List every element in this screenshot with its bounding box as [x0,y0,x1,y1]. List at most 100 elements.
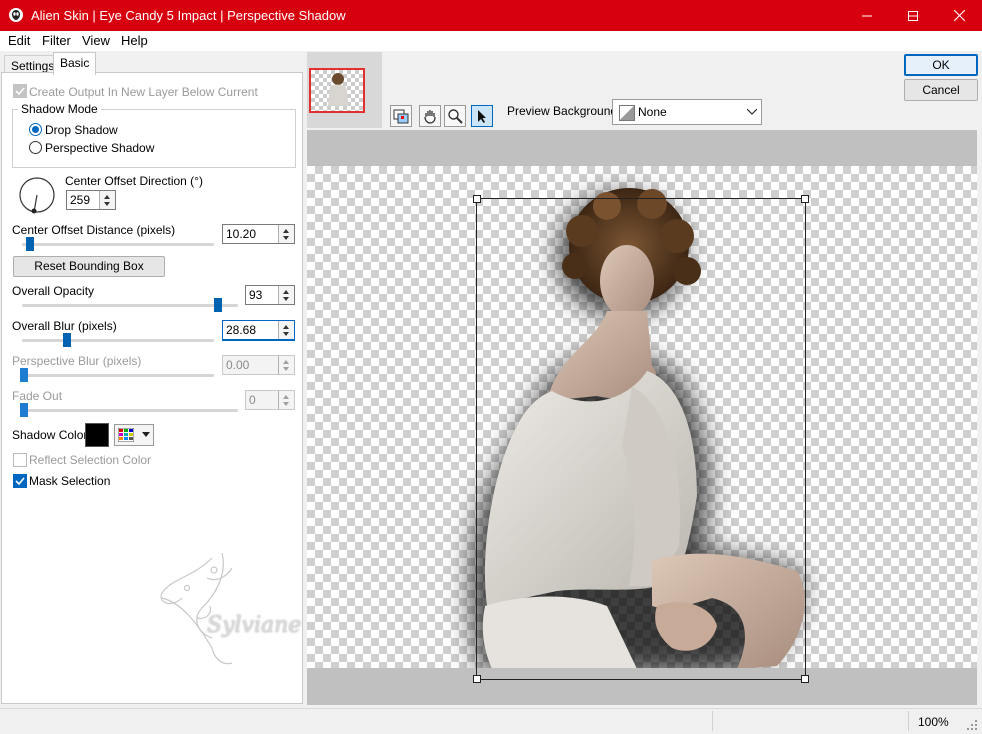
overall-opacity-slider-thumb[interactable] [214,298,222,312]
center-offset-direction-label: Center Offset Direction (°) [65,174,203,188]
selection-tool[interactable] [471,105,493,127]
overall-blur-stepper[interactable]: 28.68 [222,320,295,341]
spin-arrows-icon[interactable] [278,286,294,304]
close-button[interactable] [936,0,982,31]
bounding-box-handle-tl[interactable] [473,195,481,203]
minimize-icon [862,15,872,16]
window-title: Alien Skin | Eye Candy 5 Impact | Perspe… [31,8,346,23]
zoom-level: 100% [918,715,949,729]
arrow-pointer-icon [478,110,486,123]
overall-opacity-stepper[interactable]: 93 [245,285,295,305]
overall-blur-slider-thumb[interactable] [63,333,71,347]
cancel-button[interactable]: Cancel [904,79,978,101]
center-offset-distance-label: Center Offset Distance (pixels) [12,223,176,237]
navigator-tool[interactable] [390,105,412,127]
menu-help[interactable]: Help [121,33,148,48]
status-divider [712,711,713,731]
fade-out-label: Fade Out [12,389,63,403]
thumbnail-figure-icon [328,73,349,106]
perspective-shadow-label: Perspective Shadow [45,141,155,155]
dial-icon [19,177,55,214]
watermark-text: Sylviane [207,613,302,638]
minimize-button-2[interactable] [844,0,890,31]
spin-arrows-icon[interactable] [278,225,294,243]
status-divider [908,711,909,731]
overall-opacity-label: Overall Opacity [12,284,95,298]
perspective-blur-slider-thumb[interactable] [20,368,28,382]
maximize-icon [908,10,918,21]
checkmark-icon [15,87,25,96]
fade-out-slider-thumb[interactable] [20,403,28,417]
direction-dial[interactable] [18,176,56,214]
background-swatch-icon [619,105,635,121]
drop-shadow-label: Drop Shadow [45,123,118,137]
navigator-icon [393,109,409,124]
spin-arrows-icon[interactable] [99,191,115,209]
overall-opacity-track[interactable] [22,304,238,307]
resize-grip-icon[interactable] [966,719,978,731]
hand-tool[interactable] [419,105,441,127]
perspective-blur-label: Perspective Blur (pixels) [12,354,142,368]
shadow-color-label: Shadow Color [12,428,88,442]
chevron-down-icon [142,432,150,437]
overall-opacity-value: 93 [249,288,263,302]
bounding-box-handle-tr[interactable] [801,195,809,203]
color-palette-icon [118,428,134,442]
title-bar: Alien Skin | Eye Candy 5 Impact | Perspe… [0,0,982,31]
bounding-box[interactable] [476,198,806,680]
spin-arrows-icon[interactable] [278,321,294,339]
create-output-label: Create Output In New Layer Below Current [29,85,258,99]
checkmark-icon [15,477,25,486]
fade-out-stepper[interactable]: 0 [245,390,295,410]
navigator-thumbnail[interactable] [309,68,365,113]
reset-bounding-box-button[interactable]: Reset Bounding Box [13,256,165,277]
color-picker-dropdown[interactable] [114,424,154,446]
chevron-down-icon [747,109,757,115]
create-output-checkbox[interactable] [13,84,27,98]
close-icon [953,10,965,21]
restore-button[interactable] [890,0,936,31]
basic-settings-panel: Create Output In New Layer Below Current… [1,72,303,704]
perspective-blur-track[interactable] [22,374,214,377]
overall-blur-value: 28.68 [226,323,257,337]
fade-out-track[interactable] [22,409,238,412]
spin-arrows-icon[interactable] [278,356,294,374]
center-offset-distance-stepper[interactable]: 10.20 [222,224,295,244]
mask-selection-checkbox[interactable] [13,474,27,488]
overall-blur-label: Overall Blur (pixels) [12,319,117,333]
preview-background-select[interactable]: None [612,99,762,125]
bounding-box-handle-br[interactable] [801,675,809,683]
bounding-box-handle-bl[interactable] [473,675,481,683]
mask-selection-label: Mask Selection [29,474,111,488]
center-offset-distance-slider-thumb[interactable] [26,237,34,251]
tab-basic[interactable]: Basic [53,52,97,75]
preview-background-value: None [638,105,667,119]
menu-bar: Edit Filter View Help [0,31,982,51]
menu-view[interactable]: View [82,33,110,48]
reflect-selection-color-checkbox[interactable] [13,453,27,467]
center-offset-distance-value: 10.20 [226,227,257,241]
reflect-selection-color-label: Reflect Selection Color [29,453,152,467]
menu-filter[interactable]: Filter [42,33,71,48]
perspective-blur-stepper[interactable]: 0.00 [222,355,295,375]
drop-shadow-radio[interactable] [29,123,42,136]
shadow-color-swatch[interactable] [85,423,109,447]
fade-out-value: 0 [249,393,256,407]
perspective-blur-value: 0.00 [226,358,250,372]
shadow-mode-group [12,109,296,168]
center-offset-distance-track[interactable] [22,243,214,246]
alien-skin-logo-icon [8,7,24,23]
menu-edit[interactable]: Edit [8,33,30,48]
ok-button[interactable]: OK [904,54,978,76]
spin-arrows-icon[interactable] [278,391,294,409]
hand-icon [424,110,436,124]
center-offset-direction-value: 259 [70,193,91,207]
preview-background-label: Preview Background: [507,104,621,118]
zoom-tool[interactable] [444,105,466,127]
perspective-shadow-radio[interactable] [29,141,42,154]
watermark-flourish-icon [160,552,233,665]
status-bar: 100% [0,708,982,734]
center-offset-direction-stepper[interactable]: 259 [66,190,116,210]
shadow-mode-label: Shadow Mode [18,102,101,116]
overall-blur-track[interactable] [22,339,214,342]
